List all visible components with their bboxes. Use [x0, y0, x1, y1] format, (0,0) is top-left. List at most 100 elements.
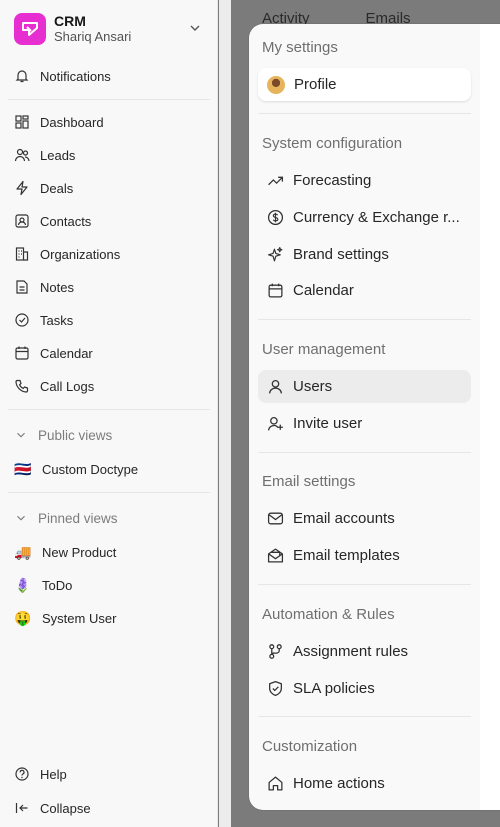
user-plus-icon — [267, 417, 283, 431]
mail-icon — [267, 512, 284, 525]
settings-item-label: Calendar — [293, 282, 354, 299]
shield-check-icon — [269, 680, 282, 697]
git-branch-icon — [269, 644, 282, 659]
sidebar-item-label: Notifications — [40, 68, 111, 84]
sidebar-item-notifications[interactable]: Notifications — [8, 62, 210, 90]
divider — [8, 409, 210, 410]
section-label: Public views — [38, 427, 113, 443]
sidebar-item-call-logs[interactable]: Call Logs — [8, 372, 210, 400]
sidebar-item-label: System User — [42, 610, 117, 626]
sidebar-item-label: Notes — [40, 279, 74, 295]
sidebar-item-calendar[interactable]: Calendar — [8, 339, 210, 367]
help-label: Help — [40, 766, 67, 782]
sidebar-view-system-user[interactable]: 🤑 System User — [8, 604, 210, 632]
settings-item-label: SLA policies — [293, 680, 375, 697]
settings-item-email-accounts[interactable]: Email accounts — [258, 502, 471, 535]
settings-item-calendar[interactable]: Calendar — [258, 274, 471, 307]
settings-item-label: Profile — [294, 76, 337, 93]
note-icon — [16, 280, 28, 294]
collapse-button[interactable]: Collapse — [8, 794, 210, 822]
sidebar-item-label: Deals — [40, 180, 74, 196]
settings-item-brand-settings[interactable]: Brand settings — [258, 238, 471, 271]
chevron-down-icon — [17, 432, 25, 438]
divider — [258, 113, 471, 114]
settings-item-home-actions[interactable]: Home actions — [258, 767, 471, 800]
sidebar-item-label: Leads — [40, 147, 76, 163]
divider — [8, 99, 210, 100]
divider — [258, 716, 471, 717]
trending-up-icon — [268, 176, 284, 186]
sparkle-icon — [268, 247, 283, 262]
sidebar-item-tasks[interactable]: Tasks — [8, 306, 210, 334]
user-icon — [269, 380, 282, 394]
dashboard-icon — [15, 115, 29, 129]
divider — [258, 319, 471, 320]
sidebar-item-notes[interactable]: Notes — [8, 273, 210, 301]
hyacinth-emoji-icon: 🪻 — [14, 576, 32, 593]
contact-card-icon — [15, 214, 29, 228]
sidebar-item-deals[interactable]: Deals — [8, 174, 210, 202]
sidebar-item-contacts[interactable]: Contacts — [8, 207, 210, 235]
section-title-email-settings: Email settings — [262, 473, 356, 490]
settings-item-label: Assignment rules — [293, 643, 409, 660]
sidebar-item-label: ToDo — [42, 577, 73, 593]
dollar-circle-icon — [267, 209, 284, 226]
users-icon — [14, 148, 30, 162]
settings-item-email-templates[interactable]: Email templates — [258, 539, 471, 572]
help-circle-icon — [15, 767, 29, 781]
divider — [258, 452, 471, 453]
home-icon — [268, 776, 283, 791]
crm-logo-icon — [14, 13, 46, 45]
mail-template-icon — [267, 548, 284, 563]
public-views-toggle[interactable]: Public views — [8, 421, 210, 449]
sidebar-view-new-product[interactable]: 🚚 New Product — [8, 538, 210, 566]
settings-item-forecasting[interactable]: Forecasting — [258, 164, 471, 197]
chevron-down-icon — [190, 25, 200, 31]
pinned-views-toggle[interactable]: Pinned views — [8, 504, 210, 532]
settings-item-label: Forecasting — [293, 172, 372, 189]
sidebar-item-dashboard[interactable]: Dashboard — [8, 108, 210, 136]
settings-item-profile[interactable]: Profile — [258, 68, 471, 101]
sidebar-view-todo[interactable]: 🪻 ToDo — [8, 571, 210, 599]
sidebar-item-label: Contacts — [40, 213, 92, 229]
sidebar: CRM Shariq Ansari Notifications Dashboar… — [0, 0, 218, 827]
settings-item-assignment-rules[interactable]: Assignment rules — [258, 635, 471, 668]
building-icon — [15, 247, 29, 261]
divider — [8, 492, 210, 493]
chevron-down-icon — [17, 515, 25, 521]
settings-item-invite-user[interactable]: Invite user — [258, 407, 471, 440]
sidebar-view-custom-doctype[interactable]: 🇨🇷 Custom Doctype — [8, 455, 210, 483]
collapse-arrow-icon — [15, 803, 28, 813]
settings-item-label: Home actions — [293, 775, 385, 792]
truck-emoji-icon: 🚚 — [14, 543, 32, 560]
flag-emoji-icon: 🇨🇷 — [14, 460, 32, 477]
settings-item-users[interactable]: Users — [258, 370, 471, 403]
sidebar-item-label: New Product — [42, 544, 117, 560]
sidebar-item-leads[interactable]: Leads — [8, 141, 210, 169]
help-button[interactable]: Help — [8, 760, 210, 788]
settings-item-label: Brand settings — [293, 246, 389, 263]
sidebar-item-label: Custom Doctype — [42, 461, 139, 477]
section-label: Pinned views — [38, 510, 118, 526]
workspace-switcher[interactable]: CRM Shariq Ansari — [14, 11, 214, 47]
settings-item-currency[interactable]: Currency & Exchange r... — [258, 201, 471, 234]
calendar-icon — [268, 283, 283, 298]
settings-item-sla-policies[interactable]: SLA policies — [258, 672, 471, 705]
bell-icon — [15, 70, 29, 83]
divider — [258, 584, 471, 585]
sidebar-item-label: Organizations — [40, 246, 121, 262]
check-circle-icon — [15, 313, 29, 327]
sidebar-item-label: Calendar — [40, 345, 93, 361]
sidebar-item-label: Dashboard — [40, 114, 104, 130]
section-title-my-settings: My settings — [262, 39, 338, 56]
money-face-emoji-icon: 🤑 — [14, 609, 32, 626]
settings-item-label: Email templates — [293, 547, 400, 564]
calendar-icon — [15, 346, 29, 360]
avatar — [267, 75, 285, 94]
sidebar-item-label: Tasks — [40, 312, 74, 328]
sidebar-item-organizations[interactable]: Organizations — [8, 240, 210, 268]
settings-item-label: Currency & Exchange r... — [293, 209, 460, 226]
settings-item-label: Users — [293, 378, 333, 395]
settings-content-pane — [480, 24, 500, 810]
settings-item-label: Invite user — [293, 415, 363, 432]
